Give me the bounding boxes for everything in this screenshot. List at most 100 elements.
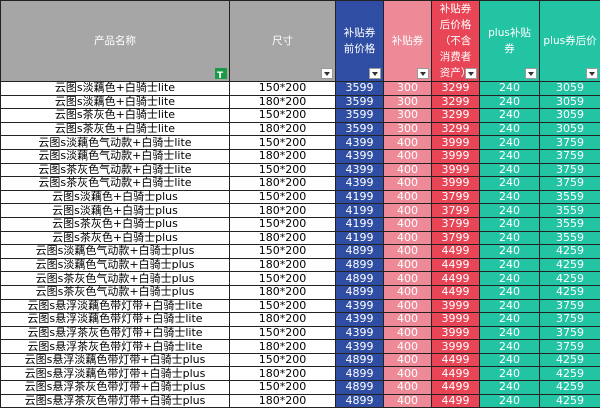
cell-coupon[interactable]: 400	[383, 203, 432, 218]
cell-product-name[interactable]: 云图s淡藕色+白骑士lite	[0, 94, 230, 110]
cell-size[interactable]: 180*200	[229, 312, 336, 327]
cell-size[interactable]: 180*200	[229, 339, 336, 354]
table-row[interactable]: 云图s淡藕色气动款+白骑士lite 180*200 4399 400 3999 240 37…	[0, 148, 600, 164]
cell-size[interactable]: 180*200	[229, 393, 336, 409]
cell-price-before[interactable]: 4399	[335, 135, 384, 150]
cell-size[interactable]: 150*200	[229, 108, 336, 123]
cell-plus-coupon[interactable]: 240	[479, 108, 540, 123]
table-row[interactable]: 云图s茶灰色气动款+白骑士lite 150*200 4399 400 3999 240 37…	[0, 162, 600, 178]
cell-plus-price[interactable]: 3559	[539, 230, 600, 246]
cell-size[interactable]: 180*200	[229, 203, 336, 218]
cell-plus-price[interactable]: 4259	[539, 393, 600, 409]
cell-plus-coupon[interactable]: 240	[479, 121, 540, 137]
cell-coupon[interactable]: 400	[383, 393, 432, 409]
cell-price-before[interactable]: 4899	[335, 271, 384, 286]
cell-price-before[interactable]: 4399	[335, 325, 384, 341]
cell-plus-price[interactable]: 3759	[539, 148, 600, 164]
cell-coupon[interactable]: 400	[383, 284, 432, 300]
cell-plus-coupon[interactable]: 240	[479, 148, 540, 164]
cell-coupon[interactable]: 300	[383, 94, 432, 110]
cell-product-name[interactable]: 云图s茶灰色+白骑士plus	[0, 216, 230, 232]
cell-price-after[interactable]: 4499	[431, 380, 480, 395]
cell-price-after[interactable]: 3299	[431, 108, 480, 123]
table-row[interactable]: 云图s茶灰色气动款+白骑士lite 180*200 4399 400 3999 240 37…	[0, 176, 600, 191]
table-row[interactable]: 云图s悬浮淡藕色带灯带+白骑士plus 150*200 4899 400 4499 240…	[0, 352, 600, 368]
cell-plus-coupon[interactable]: 240	[479, 257, 540, 273]
cell-size[interactable]: 150*200	[229, 81, 336, 96]
cell-price-after[interactable]: 4499	[431, 244, 480, 259]
cell-plus-coupon[interactable]: 240	[479, 162, 540, 178]
cell-price-before[interactable]: 4399	[335, 148, 384, 164]
cell-price-before[interactable]: 4399	[335, 176, 384, 191]
cell-plus-price[interactable]: 4259	[539, 284, 600, 300]
cell-product-name[interactable]: 云图s茶灰色气动款+白骑士plus	[0, 284, 230, 300]
cell-plus-price[interactable]: 3759	[539, 339, 600, 354]
cell-plus-coupon[interactable]: 240	[479, 284, 540, 300]
cell-product-name[interactable]: 云图s茶灰色气动款+白骑士plus	[0, 271, 230, 286]
cell-plus-coupon[interactable]: 240	[479, 352, 540, 368]
cell-plus-price[interactable]: 4259	[539, 366, 600, 382]
cell-size[interactable]: 150*200	[229, 162, 336, 178]
cell-size[interactable]: 150*200	[229, 135, 336, 150]
cell-plus-coupon[interactable]: 240	[479, 189, 540, 205]
cell-product-name[interactable]: 云图s淡藕色+白骑士lite	[0, 81, 230, 96]
cell-plus-price[interactable]: 3759	[539, 325, 600, 341]
cell-price-before[interactable]: 4899	[335, 393, 384, 409]
cell-plus-price[interactable]: 3759	[539, 312, 600, 327]
cell-plus-price[interactable]: 3559	[539, 189, 600, 205]
table-row[interactable]: 云图s悬浮茶灰色带灯带+白骑士plus 150*200 4899 400 4499 240…	[0, 380, 600, 395]
cell-product-name[interactable]: 云图s淡藕色气动款+白骑士plus	[0, 244, 230, 259]
cell-coupon[interactable]: 400	[383, 339, 432, 354]
table-row[interactable]: 云图s悬浮茶灰色带灯带+白骑士lite 180*200 4399 400 3999 240…	[0, 339, 600, 354]
cell-product-name[interactable]: 云图s茶灰色气动款+白骑士lite	[0, 176, 230, 191]
cell-size[interactable]: 150*200	[229, 325, 336, 341]
cell-size[interactable]: 180*200	[229, 284, 336, 300]
cell-product-name[interactable]: 云图s悬浮淡藕色带灯带+白骑士lite	[0, 312, 230, 327]
cell-coupon[interactable]: 300	[383, 108, 432, 123]
cell-coupon[interactable]: 400	[383, 162, 432, 178]
cell-price-before[interactable]: 4399	[335, 162, 384, 178]
cell-plus-coupon[interactable]: 240	[479, 312, 540, 327]
cell-price-after[interactable]: 3799	[431, 203, 480, 218]
cell-size[interactable]: 150*200	[229, 244, 336, 259]
cell-coupon[interactable]: 400	[383, 325, 432, 341]
cell-product-name[interactable]: 云图s悬浮茶灰色带灯带+白骑士plus	[0, 393, 230, 409]
cell-price-before[interactable]: 4899	[335, 366, 384, 382]
cell-plus-price[interactable]: 4259	[539, 244, 600, 259]
cell-plus-coupon[interactable]: 240	[479, 366, 540, 382]
cell-price-before[interactable]: 3599	[335, 81, 384, 96]
cell-product-name[interactable]: 云图s淡藕色+白骑士plus	[0, 203, 230, 218]
cell-plus-coupon[interactable]: 240	[479, 81, 540, 96]
cell-price-before[interactable]: 4899	[335, 284, 384, 300]
cell-price-after[interactable]: 3999	[431, 148, 480, 164]
cell-price-before[interactable]: 4899	[335, 352, 384, 368]
cell-size[interactable]: 180*200	[229, 366, 336, 382]
cell-price-before[interactable]: 4399	[335, 312, 384, 327]
cell-plus-coupon[interactable]: 240	[479, 271, 540, 286]
cell-plus-price[interactable]: 4259	[539, 380, 600, 395]
cell-price-after[interactable]: 3999	[431, 135, 480, 150]
cell-plus-coupon[interactable]: 240	[479, 244, 540, 259]
dropdown-filter-icon[interactable]	[525, 68, 537, 79]
cell-size[interactable]: 180*200	[229, 257, 336, 273]
cell-plus-price[interactable]: 3059	[539, 108, 600, 123]
cell-price-after[interactable]: 3299	[431, 121, 480, 137]
cell-size[interactable]: 180*200	[229, 176, 336, 191]
table-row[interactable]: 云图s茶灰色+白骑士plus 180*200 4199 400 3799 240 3559	[0, 230, 600, 246]
cell-plus-price[interactable]: 4259	[539, 271, 600, 286]
cell-coupon[interactable]: 400	[383, 257, 432, 273]
cell-plus-coupon[interactable]: 240	[479, 230, 540, 246]
cell-coupon[interactable]: 400	[383, 135, 432, 150]
cell-product-name[interactable]: 云图s悬浮淡藕色带灯带+白骑士plus	[0, 352, 230, 368]
cell-coupon[interactable]: 400	[383, 148, 432, 164]
cell-price-after[interactable]: 3299	[431, 94, 480, 110]
cell-product-name[interactable]: 云图s悬浮淡藕色带灯带+白骑士plus	[0, 366, 230, 382]
cell-product-name[interactable]: 云图s茶灰色+白骑士lite	[0, 121, 230, 137]
cell-plus-price[interactable]: 3059	[539, 121, 600, 137]
table-row[interactable]: 云图s淡藕色气动款+白骑士plus 180*200 4899 400 4499 240 42…	[0, 257, 600, 273]
cell-price-after[interactable]: 3999	[431, 312, 480, 327]
cell-coupon[interactable]: 400	[383, 366, 432, 382]
table-row[interactable]: 云图s悬浮淡藕色带灯带+白骑士lite 180*200 4399 400 3999 240…	[0, 312, 600, 327]
cell-plus-coupon[interactable]: 240	[479, 176, 540, 191]
cell-product-name[interactable]: 云图s悬浮茶灰色带灯带+白骑士lite	[0, 339, 230, 354]
